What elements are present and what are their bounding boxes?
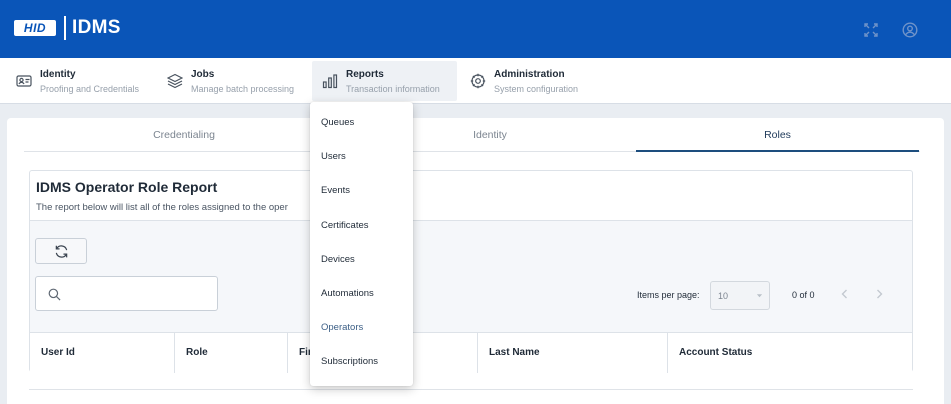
chevron-right-icon: [877, 289, 883, 299]
bar-chart-icon: [322, 73, 338, 89]
menu-item-events[interactable]: Events: [310, 174, 413, 208]
nav-item-reports[interactable]: Reports Transaction information: [312, 61, 457, 101]
column-header-account-status[interactable]: Account Status: [668, 333, 912, 373]
main-nav: Identity Proofing and Credentials Jobs M…: [0, 58, 951, 104]
reports-menu: Queues Users Events Certificates Devices…: [310, 102, 413, 386]
report-tabs: Credentialing Identity Roles: [24, 120, 920, 152]
previous-page-button[interactable]: [838, 287, 852, 301]
logo-separator: [64, 16, 66, 40]
items-per-page-select[interactable]: 10: [710, 281, 770, 310]
id-card-icon: [16, 73, 32, 89]
menu-item-operators[interactable]: Operators: [310, 311, 413, 345]
pagination-range: 0 of 0: [792, 290, 815, 300]
search-input[interactable]: [68, 285, 208, 303]
chevron-left-icon: [841, 289, 847, 299]
items-per-page-value: 10: [718, 291, 729, 301]
nav-title: Reports: [346, 69, 384, 80]
report-panel: IDMS Operator Role Report The report bel…: [29, 170, 913, 373]
nav-subtitle: Transaction information: [346, 84, 440, 94]
divider: [29, 389, 913, 390]
hid-logo: HID: [14, 20, 56, 36]
report-title: IDMS Operator Role Report: [36, 179, 218, 195]
items-per-page-label: Items per page:: [637, 290, 700, 300]
gear-icon: [470, 73, 486, 89]
menu-item-queues[interactable]: Queues: [310, 106, 413, 140]
main-card: Credentialing Identity Roles IDMS Operat…: [7, 118, 944, 404]
tab-roles[interactable]: Roles: [636, 120, 919, 152]
nav-subtitle: Manage batch processing: [191, 84, 295, 94]
column-header-user-id[interactable]: User Id: [30, 333, 175, 373]
report-toolbar: Items per page: 10 0 of 0: [30, 220, 912, 332]
nav-subtitle: System configuration: [494, 84, 579, 94]
search-icon: [48, 288, 61, 301]
refresh-button[interactable]: [35, 238, 87, 264]
layers-icon: [167, 73, 183, 89]
menu-item-devices[interactable]: Devices: [310, 243, 413, 277]
table-header: User Id Role Fir Last Name Account Statu…: [30, 332, 912, 373]
tab-credentialing[interactable]: Credentialing: [24, 120, 344, 152]
app-header: HID IDMS: [0, 0, 951, 58]
nav-item-jobs[interactable]: Jobs Manage batch processing: [157, 61, 307, 101]
next-page-button[interactable]: [872, 287, 886, 301]
search-box[interactable]: [35, 276, 218, 311]
column-header-last-name[interactable]: Last Name: [478, 333, 668, 373]
report-description: The report below will list all of the ro…: [36, 202, 288, 213]
menu-item-subscriptions[interactable]: Subscriptions: [310, 345, 413, 379]
menu-item-users[interactable]: Users: [310, 140, 413, 174]
user-account-icon[interactable]: [902, 22, 918, 38]
menu-item-certificates[interactable]: Certificates: [310, 209, 413, 243]
nav-subtitle: Proofing and Credentials: [40, 84, 140, 94]
nav-item-administration[interactable]: Administration System configuration: [460, 61, 610, 101]
nav-title: Jobs: [191, 69, 215, 80]
app-name: IDMS: [72, 17, 121, 38]
fullscreen-icon[interactable]: [863, 22, 879, 38]
column-header-role[interactable]: Role: [175, 333, 288, 373]
chevron-down-icon: [756, 292, 763, 299]
refresh-icon: [55, 245, 68, 258]
nav-item-identity[interactable]: Identity Proofing and Credentials: [6, 61, 154, 101]
menu-item-automations[interactable]: Automations: [310, 277, 413, 311]
nav-title: Identity: [40, 69, 76, 80]
nav-title: Administration: [494, 69, 565, 80]
